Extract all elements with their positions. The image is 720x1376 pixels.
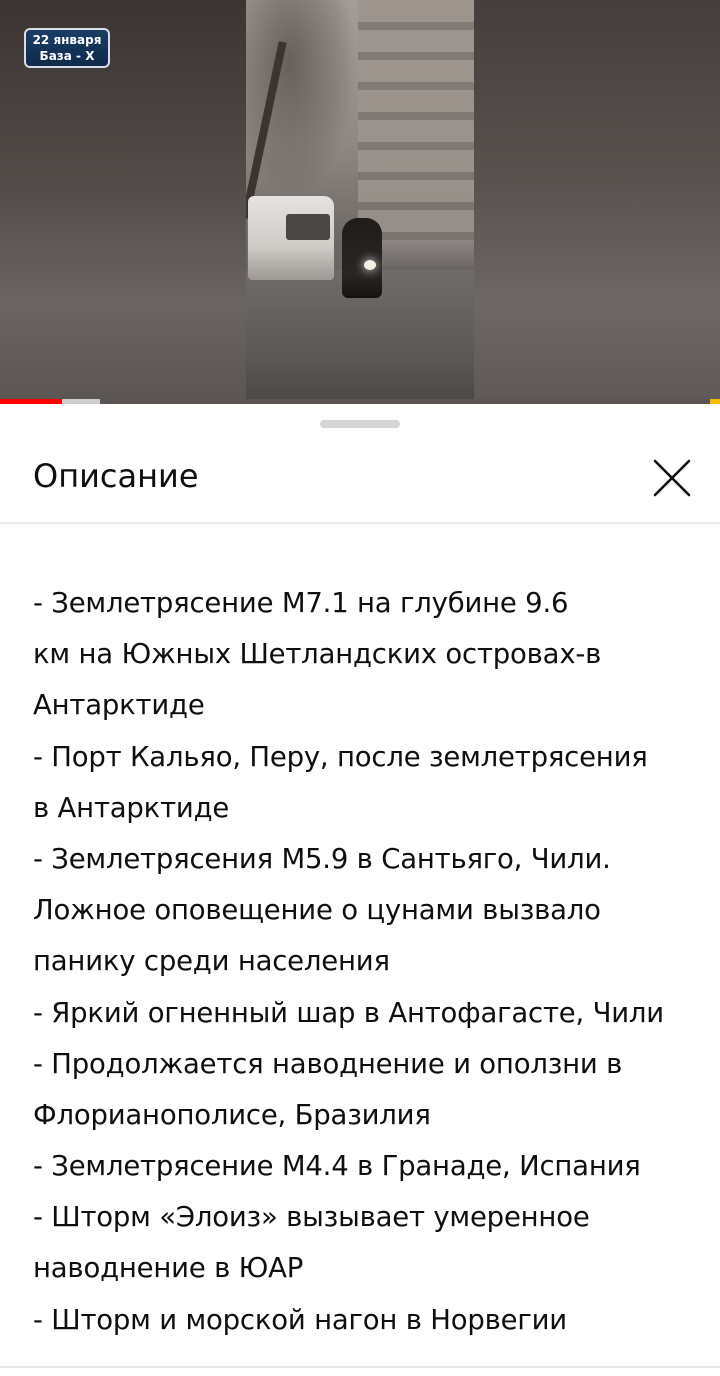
video-frame <box>246 0 474 404</box>
description-line: панику среди населения <box>33 945 390 978</box>
description-sheet: Описание - Землетрясение M7.1 на глубине… <box>0 404 720 1376</box>
description-line: - Яркий огненный шар в Антофагасте, Чили <box>33 996 664 1029</box>
bottom-divider <box>0 1366 720 1368</box>
video-player[interactable]: 22 января База - X <box>0 0 720 404</box>
video-blur-background-right <box>474 0 720 404</box>
description-line: Антарктиде <box>33 689 205 722</box>
description-line: Флорианополисе, Бразилия <box>33 1098 431 1131</box>
description-line: - Шторм и морской нагон в Норвегии <box>33 1303 567 1336</box>
video-tree <box>246 0 356 200</box>
video-headlight <box>364 260 376 270</box>
sheet-drag-handle[interactable] <box>320 420 400 428</box>
description-line: - Порт Кальяо, Перу, после землетрясения <box>33 740 648 773</box>
description-text: - Землетрясение M7.1 на глубине 9.6 км н… <box>33 578 693 1346</box>
badge-channel: База - X <box>39 49 95 63</box>
description-line: - Землетрясение M7.1 на глубине 9.6 <box>33 587 569 619</box>
channel-badge: 22 января База - X <box>24 28 110 68</box>
description-line: - Продолжается наводнение и оползни в <box>33 1047 623 1080</box>
progress-end-marker <box>710 399 720 404</box>
description-line: - Землетрясение M4.4 в Гранаде, Испания <box>33 1150 641 1183</box>
description-line: - Шторм «Элоиз» вызывает умеренное <box>33 1201 590 1234</box>
description-line: наводнение в ЮАР <box>33 1252 304 1285</box>
description-line: в Антарктиде <box>33 791 230 824</box>
description-line: км на Южных Шетландских островах-в <box>33 638 602 671</box>
close-button[interactable] <box>646 452 698 504</box>
description-line: Ложное оповещение о цунами вызвало <box>33 894 601 927</box>
sheet-title: Описание <box>33 457 199 495</box>
badge-date: 22 января <box>32 33 102 47</box>
video-guardrail <box>366 240 474 266</box>
video-motorcyclist <box>342 218 382 298</box>
description-line: - Землетрясения M5.9 в Сантьяго, Чили. <box>33 842 611 875</box>
close-icon <box>653 459 691 497</box>
video-building <box>358 0 474 240</box>
header-divider <box>0 522 720 524</box>
video-van-window <box>286 214 330 240</box>
